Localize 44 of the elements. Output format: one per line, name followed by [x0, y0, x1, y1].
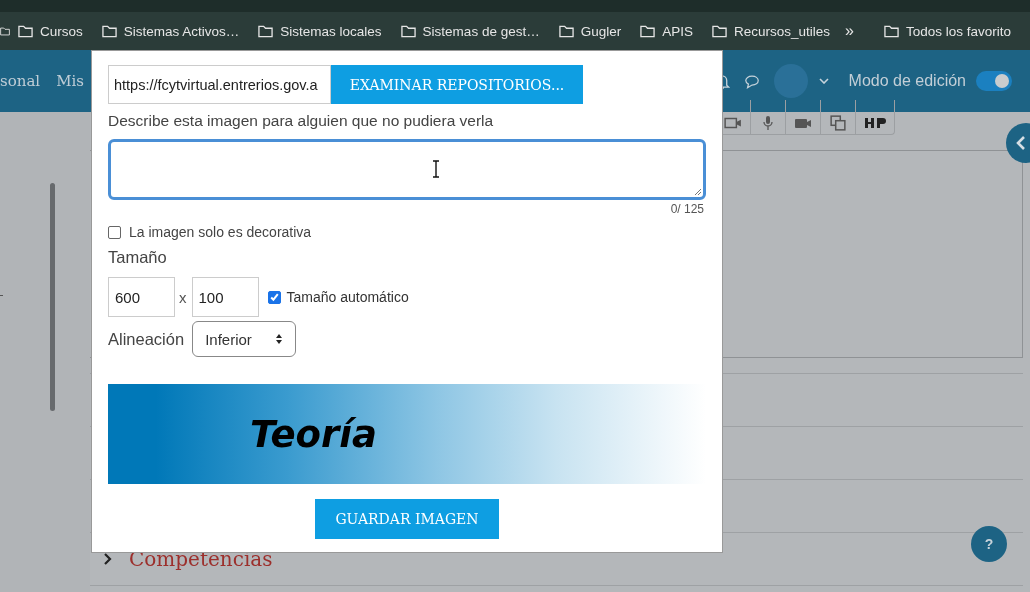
folder-icon — [18, 24, 33, 38]
more-bookmarks-button[interactable]: » — [845, 22, 854, 40]
alt-text-label: Describe esta imagen para alguien que no pudiera verla — [108, 112, 495, 130]
preview-title: Teoría — [250, 412, 377, 456]
auto-size-label: Tamaño automático — [286, 289, 409, 305]
all-bookmarks-folder[interactable]: Todos los favorito — [883, 23, 1011, 39]
edit-mode-label: Modo de edición — [848, 72, 966, 90]
bookmark[interactable]: Gugler — [558, 23, 622, 39]
help-button[interactable]: ? — [971, 526, 1007, 562]
text-cursor-icon — [432, 160, 440, 178]
auto-size-checkbox[interactable] — [267, 290, 281, 304]
chevron-icon[interactable] — [104, 553, 112, 565]
character-counter: 0/ 125 — [670, 202, 704, 216]
edit-mode-toggle[interactable] — [976, 71, 1012, 91]
bookmark[interactable]: Sistemas de gest… — [400, 23, 540, 39]
bookmark[interactable]: Cursos — [18, 23, 83, 39]
bookmark[interactable]: Sistemas Activos… — [101, 23, 240, 39]
bookmark[interactable]: Recursos_utiles — [711, 23, 830, 39]
caret-icon[interactable] — [818, 78, 829, 84]
folder-icon — [101, 24, 117, 38]
folder-icon — [558, 24, 574, 38]
folder-icon — [400, 24, 416, 38]
alignment-select[interactable]: Inferior — [192, 321, 297, 357]
alignment-label: Alineación — [108, 329, 185, 349]
folder-icon — [711, 24, 727, 38]
size-label: Tamaño — [108, 248, 168, 267]
alt-text-field[interactable] — [108, 139, 706, 200]
width-field[interactable]: 600 — [108, 277, 175, 317]
nav-link[interactable]: Mis — [56, 72, 84, 90]
url-field[interactable]: https://fcytvirtual.entrerios.gov.a — [108, 65, 331, 104]
sort-arrows-icon — [275, 333, 284, 345]
decorative-checkbox[interactable] — [108, 225, 121, 239]
resize-handle-icon[interactable] — [694, 188, 702, 196]
chevron-left-icon — [1016, 136, 1026, 150]
folder-icon — [883, 24, 899, 38]
times-sign: x — [179, 288, 187, 306]
decorative-label: La imagen solo es decorativa — [129, 224, 312, 240]
bookmark[interactable]: Sistemas locales — [258, 23, 382, 39]
height-field[interactable]: 100 — [191, 277, 259, 317]
folder-icon — [258, 24, 274, 38]
bookmark[interactable]: APIS — [640, 23, 693, 39]
folder-icon[interactable] — [0, 24, 10, 38]
folder-icon — [640, 24, 656, 38]
nav-link[interactable]: sonal — [0, 72, 41, 90]
